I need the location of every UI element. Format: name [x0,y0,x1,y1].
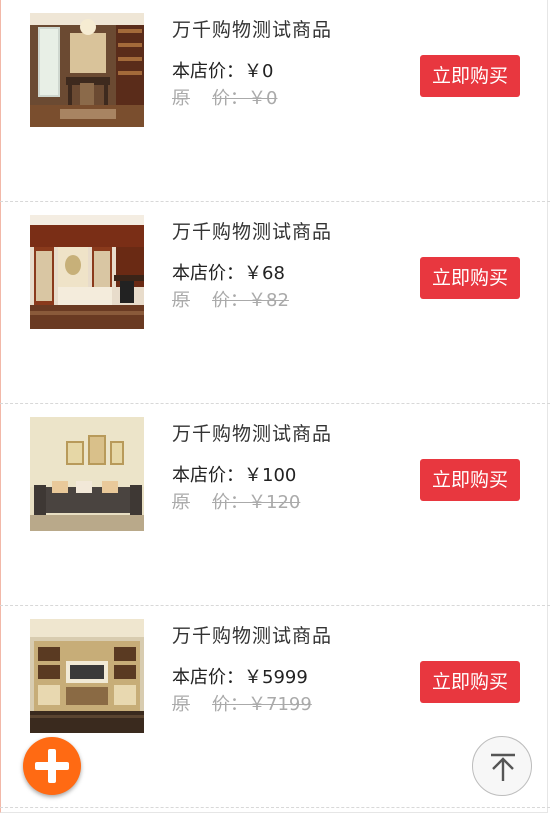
product-image-tv-cabinet[interactable] [30,619,144,733]
original-price: 原 价：￥7199 [172,690,312,716]
original-price: 原 价：￥0 [172,84,277,110]
buy-now-button[interactable]: 立即购买 [420,661,520,703]
store-price-label: 本店价： [172,61,244,82]
original-price-value: ￥120 [248,492,301,513]
product-image-living-room-sofa[interactable] [30,417,144,531]
add-button[interactable] [23,737,81,795]
product-name[interactable]: 万千购物测试商品 [172,419,332,446]
store-price-label: 本店价： [172,667,244,688]
original-price-label-b: 价： [212,492,248,513]
original-price-label-b: 价： [212,88,248,109]
store-price: 本店价：￥0 [172,57,273,83]
store-price-value: ￥5999 [244,667,308,688]
store-price-value: ￥100 [244,465,297,486]
back-to-top-icon [491,753,515,781]
store-price: 本店价：￥100 [172,461,296,487]
store-price: 本店价：￥68 [172,259,285,285]
product-name[interactable]: 万千购物测试商品 [172,621,332,648]
original-price-value: ￥7199 [248,694,312,715]
original-price: 原 价：￥82 [172,286,289,312]
product-item[interactable]: 万千购物测试商品 本店价：￥68 原 价：￥82 立即购买 [0,202,550,404]
original-price-label-a: 原 [172,88,190,109]
back-to-top-button[interactable] [472,736,532,796]
original-price: 原 价：￥120 [172,488,300,514]
store-price-value: ￥0 [244,61,274,82]
original-price-label-a: 原 [172,492,190,513]
product-image-study-room[interactable] [30,13,144,127]
product-name[interactable]: 万千购物测试商品 [172,217,332,244]
buy-now-button[interactable]: 立即购买 [420,55,520,97]
original-price-label-b: 价： [212,694,248,715]
buy-now-button[interactable]: 立即购买 [420,257,520,299]
store-price-value: ￥68 [244,263,285,284]
product-item[interactable]: 万千购物测试商品 本店价：￥5999 原 价：￥7199 立即购买 [0,606,550,808]
original-price-label-a: 原 [172,290,190,311]
product-image-wood-cabinet[interactable] [30,215,144,329]
original-price-value: ￥0 [248,88,278,109]
store-price: 本店价：￥5999 [172,663,308,689]
original-price-value: ￥82 [248,290,289,311]
original-price-label-a: 原 [172,694,190,715]
product-item[interactable]: 万千购物测试商品 本店价：￥100 原 价：￥120 立即购买 [0,404,550,606]
product-name[interactable]: 万千购物测试商品 [172,15,332,42]
plus-icon [35,749,69,783]
buy-now-button[interactable]: 立即购买 [420,459,520,501]
product-item[interactable]: 万千购物测试商品 本店价：￥0 原价：￥0 立即购买 [0,0,550,202]
product-list: 万千购物测试商品 本店价：￥0 原价：￥0 立即购买 万千购物测试商品 本店价：… [0,0,550,808]
store-price-label: 本店价： [172,263,244,284]
store-price-label: 本店价： [172,465,244,486]
original-price-label-b: 价： [212,290,248,311]
